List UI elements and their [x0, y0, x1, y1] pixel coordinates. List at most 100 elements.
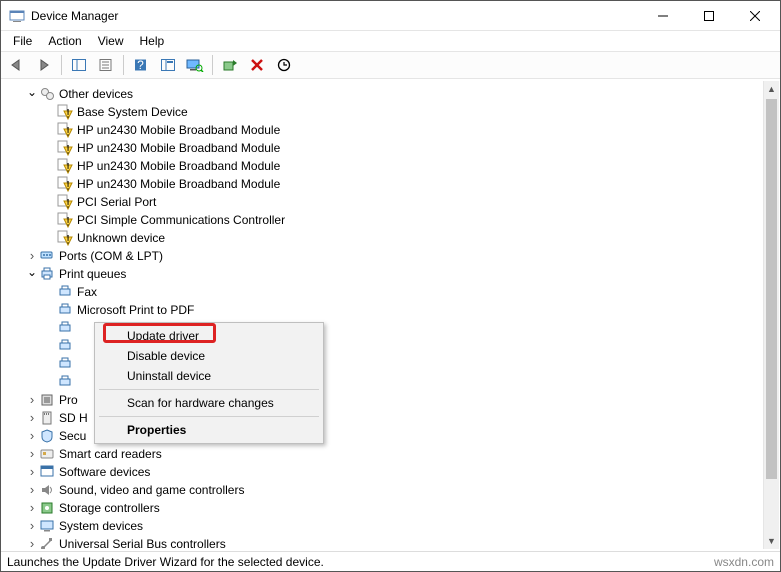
menu-action[interactable]: Action	[40, 32, 89, 50]
context-disable-device[interactable]: Disable device	[97, 346, 321, 366]
svg-text:!: !	[66, 143, 69, 157]
chevron-right-icon[interactable]	[25, 483, 39, 498]
tree-label: Microsoft Print to PDF	[77, 303, 194, 317]
close-button[interactable]	[732, 1, 778, 31]
tree-node-software[interactable]: Software devices	[1, 463, 780, 481]
tree-label: Ports (COM & LPT)	[59, 249, 163, 263]
chevron-right-icon[interactable]	[25, 249, 39, 264]
scroll-down-button[interactable]: ▼	[764, 533, 779, 549]
svg-text:!: !	[66, 179, 69, 193]
back-button[interactable]	[5, 53, 29, 77]
toolbar-separator	[123, 55, 124, 75]
other-devices-icon	[39, 86, 55, 102]
scan-hardware-button[interactable]	[183, 53, 207, 77]
chevron-down-icon[interactable]	[25, 87, 39, 101]
tree-node-other-devices[interactable]: Other devices	[1, 85, 780, 103]
maximize-button[interactable]	[686, 1, 732, 31]
smartcard-icon	[39, 446, 55, 462]
attribution-text: wsxdn.com	[714, 555, 774, 569]
storage-icon	[39, 500, 55, 516]
svg-text:?: ?	[137, 58, 144, 72]
tree-node-smartcard[interactable]: Smart card readers	[1, 445, 780, 463]
tree-node-hp-broadband[interactable]: ! HP un2430 Mobile Broadband Module	[1, 175, 780, 193]
tree-label: PCI Simple Communications Controller	[77, 213, 285, 227]
tree-node-ms-pdf[interactable]: Microsoft Print to PDF	[1, 301, 780, 319]
tree-node-system[interactable]: System devices	[1, 517, 780, 535]
title-bar: Device Manager	[1, 1, 780, 31]
action-menu-button[interactable]	[156, 53, 180, 77]
menu-file[interactable]: File	[5, 32, 40, 50]
tree-node-hp-broadband[interactable]: ! HP un2430 Mobile Broadband Module	[1, 157, 780, 175]
update-driver-button[interactable]	[218, 53, 242, 77]
disable-button[interactable]	[272, 53, 296, 77]
chevron-right-icon[interactable]	[25, 393, 39, 408]
usb-icon	[39, 536, 55, 549]
svg-text:!: !	[66, 161, 69, 175]
chevron-right-icon[interactable]	[25, 501, 39, 516]
speaker-icon	[39, 482, 55, 498]
toolbar-separator	[61, 55, 62, 75]
context-menu: Update driver Disable device Uninstall d…	[94, 322, 324, 444]
tree-node-pci-simple[interactable]: !PCI Simple Communications Controller	[1, 211, 780, 229]
context-uninstall-device[interactable]: Uninstall device	[97, 366, 321, 386]
status-text: Launches the Update Driver Wizard for th…	[7, 555, 324, 569]
status-bar: Launches the Update Driver Wizard for th…	[1, 551, 780, 571]
device-tree[interactable]: Other devices ! Base System Device ! HP u…	[1, 81, 780, 549]
tree-label: SD H	[59, 411, 88, 425]
ports-icon	[39, 248, 55, 264]
tree-node-storage[interactable]: Storage controllers	[1, 499, 780, 517]
vertical-scrollbar[interactable]: ▲ ▼	[763, 81, 779, 549]
chevron-down-icon[interactable]	[25, 267, 39, 281]
printer-icon	[57, 320, 73, 336]
tree-node-hp-broadband[interactable]: !HP un2430 Mobile Broadband Module	[1, 139, 780, 157]
scroll-up-button[interactable]: ▲	[764, 81, 779, 97]
chevron-right-icon[interactable]	[25, 447, 39, 462]
security-icon	[39, 428, 55, 444]
context-update-driver[interactable]: Update driver	[97, 326, 321, 346]
tree-label: Unknown device	[77, 231, 165, 245]
warning-device-icon: !	[57, 158, 73, 174]
svg-text:!: !	[66, 197, 69, 211]
svg-text:!: !	[66, 233, 69, 247]
tree-node-unknown[interactable]: ! Unknown device	[1, 229, 780, 247]
chevron-right-icon[interactable]	[25, 519, 39, 534]
warning-device-icon: !	[57, 230, 73, 246]
chevron-right-icon[interactable]	[25, 411, 39, 426]
warning-device-icon: !	[57, 104, 73, 120]
tree-node-usb[interactable]: Universal Serial Bus controllers	[1, 535, 780, 549]
tree-node-ports[interactable]: Ports (COM & LPT)	[1, 247, 780, 265]
menu-view[interactable]: View	[90, 32, 132, 50]
tree-node-base-system[interactable]: ! Base System Device	[1, 103, 780, 121]
chevron-right-icon[interactable]	[25, 429, 39, 444]
warning-device-icon: !	[57, 194, 73, 210]
printer-icon	[57, 356, 73, 372]
properties-button[interactable]	[94, 53, 118, 77]
chevron-right-icon[interactable]	[25, 537, 39, 550]
minimize-button[interactable]	[640, 1, 686, 31]
tree-node-fax[interactable]: Fax	[1, 283, 780, 301]
menu-help[interactable]: Help	[132, 32, 173, 50]
tree-node-hp-broadband[interactable]: !HP un2430 Mobile Broadband Module	[1, 121, 780, 139]
tree-node-pci-serial[interactable]: !PCI Serial Port	[1, 193, 780, 211]
uninstall-button[interactable]	[245, 53, 269, 77]
window-title: Device Manager	[31, 9, 640, 23]
tree-label: HP un2430 Mobile Broadband Module	[77, 177, 280, 191]
forward-button[interactable]	[32, 53, 56, 77]
scrollbar-thumb[interactable]	[766, 99, 777, 479]
tree-label: Sound, video and game controllers	[59, 483, 244, 497]
warning-device-icon: !	[57, 140, 73, 156]
tree-node-sound[interactable]: Sound, video and game controllers	[1, 481, 780, 499]
context-scan-hardware[interactable]: Scan for hardware changes	[97, 393, 321, 413]
context-properties[interactable]: Properties	[97, 420, 321, 440]
warning-device-icon: !	[57, 122, 73, 138]
svg-text:!: !	[66, 107, 69, 121]
chevron-right-icon[interactable]	[25, 465, 39, 480]
tree-label: HP un2430 Mobile Broadband Module	[77, 159, 280, 173]
tree-node-print-queues[interactable]: Print queues	[1, 265, 780, 283]
toolbar: ?	[1, 51, 780, 79]
tree-label: Print queues	[59, 267, 126, 281]
show-hide-tree-button[interactable]	[67, 53, 91, 77]
toolbar-separator	[212, 55, 213, 75]
help-button[interactable]: ?	[129, 53, 153, 77]
menu-separator	[99, 416, 319, 417]
